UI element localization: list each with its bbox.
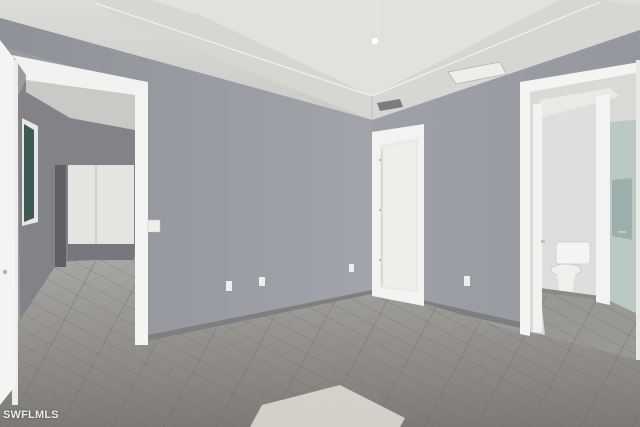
wall-outlet-icon (226, 281, 232, 291)
closet-door (372, 124, 424, 306)
bathroom-doorway (520, 62, 640, 360)
listing-watermark: SWFLMLS (3, 409, 59, 421)
light-switch-icon (147, 219, 161, 233)
open-door (0, 40, 16, 405)
room-photo (0, 0, 640, 427)
wall-outlet-icon (259, 277, 265, 286)
right-wall-edge (636, 60, 640, 360)
wall-outlet-icon (349, 264, 354, 272)
door-handle-icon (2, 269, 8, 275)
wall-outlet-icon (464, 276, 470, 286)
